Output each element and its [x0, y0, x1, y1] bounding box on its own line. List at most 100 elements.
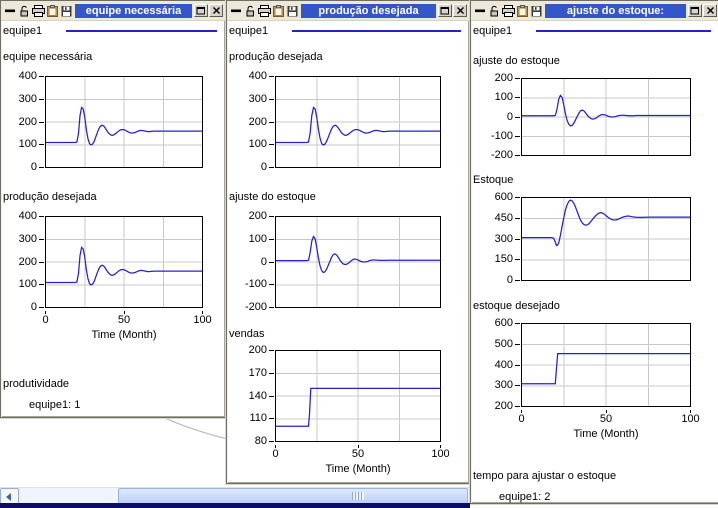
y-axis: 2001000-100-200 [473, 78, 521, 156]
window-equipe-necessaria: equipe necessária equipe1 equipe necessá… [0, 0, 226, 418]
y-tick-mark [39, 284, 44, 285]
window-title[interactable]: ajuste do estoque: [545, 4, 686, 18]
close-button[interactable] [209, 4, 223, 17]
maximize-button[interactable] [194, 4, 208, 17]
save-icon[interactable] [286, 5, 299, 17]
window-menu-icon[interactable] [474, 5, 487, 17]
print-icon[interactable] [258, 5, 271, 17]
y-tick-mark [515, 218, 520, 219]
y-tick-mark [39, 122, 44, 123]
y-tick-label: 150 [495, 253, 513, 265]
window-title[interactable]: equipe necessária [75, 4, 192, 18]
window-title[interactable]: produção desejada [301, 4, 436, 18]
parameter-value: equipe1: 2 [473, 491, 717, 503]
y-tick-label: 170 [249, 367, 267, 379]
maximize-button[interactable] [688, 4, 702, 17]
x-axis: 050100 [45, 311, 203, 327]
lock-icon[interactable] [18, 5, 31, 17]
x-tick-label: 100 [431, 448, 449, 460]
y-tick-label: 110 [249, 412, 267, 424]
chart-producao-desejada: 4003002001000 [229, 76, 467, 171]
parameter-readout: produtividade equipe1: 1 [3, 378, 223, 411]
y-tick-mark [515, 259, 520, 260]
y-tick-mark [515, 280, 520, 281]
chart-vendas: 20017014011080050100Time (Month) [229, 350, 467, 476]
save-icon[interactable] [530, 5, 543, 17]
horizontal-scrollbar[interactable] [0, 487, 470, 504]
y-tick-label: 300 [495, 379, 513, 391]
y-tick-mark [269, 216, 274, 217]
print-icon[interactable] [502, 5, 515, 17]
y-tick-label: 300 [249, 93, 267, 105]
clipboard-icon[interactable] [272, 5, 285, 17]
plot-area [45, 216, 203, 308]
y-tick-mark [269, 262, 274, 263]
x-axis-title: Time (Month) [521, 428, 691, 441]
y-tick-mark [39, 239, 44, 240]
y-tick-label: 200 [495, 72, 513, 84]
x-tick-label: 0 [518, 413, 524, 425]
plot-area [275, 350, 441, 442]
titlebar[interactable]: ajuste do estoque: [471, 1, 718, 21]
y-tick-mark [515, 78, 520, 79]
window-menu-icon[interactable] [230, 5, 243, 17]
y-tick-label: 0 [31, 301, 37, 313]
y-tick-label: 0 [507, 274, 513, 286]
titlebar[interactable]: produção desejada [227, 1, 469, 21]
titlebar[interactable]: equipe necessária [1, 1, 225, 21]
x-axis: 050100 [521, 410, 691, 426]
y-tick-mark [39, 216, 44, 217]
y-tick-label: 400 [19, 70, 37, 82]
y-tick-label: 600 [495, 191, 513, 203]
lock-icon[interactable] [244, 5, 257, 17]
clipboard-icon[interactable] [516, 5, 529, 17]
graph-title: Estoque [473, 174, 717, 187]
graph-title: produção desejada [229, 51, 467, 64]
y-axis: 6004503001500 [473, 197, 521, 281]
y-tick-mark [515, 385, 520, 386]
y-tick-mark [269, 167, 274, 168]
graph-title: vendas [229, 328, 467, 341]
y-tick-label: 300 [495, 233, 513, 245]
y-tick-mark [515, 117, 520, 118]
plot-area [275, 216, 441, 308]
parameter-name: produtividade [3, 378, 223, 390]
y-tick-mark [515, 344, 520, 345]
y-axis: 2001000-100-200 [229, 216, 275, 308]
y-tick-mark [39, 99, 44, 100]
y-tick-label: 400 [495, 359, 513, 371]
y-tick-label: 0 [507, 111, 513, 123]
y-tick-label: 200 [249, 116, 267, 128]
graph-title: estoque desejado [473, 300, 717, 313]
y-axis: 20017014011080 [229, 350, 275, 442]
x-tick-label: 50 [600, 413, 612, 425]
close-button[interactable] [453, 4, 467, 17]
lock-icon[interactable] [488, 5, 501, 17]
scroll-left-arrow-icon [6, 493, 11, 501]
y-tick-mark [269, 239, 274, 240]
x-axis: 050100 [275, 445, 441, 461]
print-icon[interactable] [32, 5, 45, 17]
save-icon[interactable] [60, 5, 73, 17]
legend-line [292, 30, 461, 32]
y-tick-label: -100 [245, 278, 267, 290]
scrollbar-grip-icon [352, 492, 364, 500]
parameter-readout: tempo para ajustar o estoque equipe1: 2 [473, 470, 717, 503]
y-tick-label: 600 [495, 317, 513, 329]
chart-estoque-desejado: 600500400300200050100Time (Month) [473, 323, 717, 441]
y-tick-mark [39, 144, 44, 145]
y-tick-mark [515, 197, 520, 198]
close-button[interactable] [703, 4, 717, 17]
y-axis: 600500400300200 [473, 323, 521, 407]
y-tick-label: 80 [255, 435, 267, 447]
graph-title: ajuste do estoque [229, 191, 467, 204]
clipboard-icon[interactable] [46, 5, 59, 17]
plot-area [521, 323, 691, 407]
chart-producao-desejada: 4003002001000050100Time (Month) [3, 216, 223, 342]
window-menu-icon[interactable] [4, 5, 17, 17]
y-axis: 4003002001000 [229, 76, 275, 168]
y-tick-label: 400 [249, 70, 267, 82]
y-tick-mark [269, 99, 274, 100]
maximize-button[interactable] [438, 4, 452, 17]
graph-title: produção desejada [3, 191, 223, 204]
